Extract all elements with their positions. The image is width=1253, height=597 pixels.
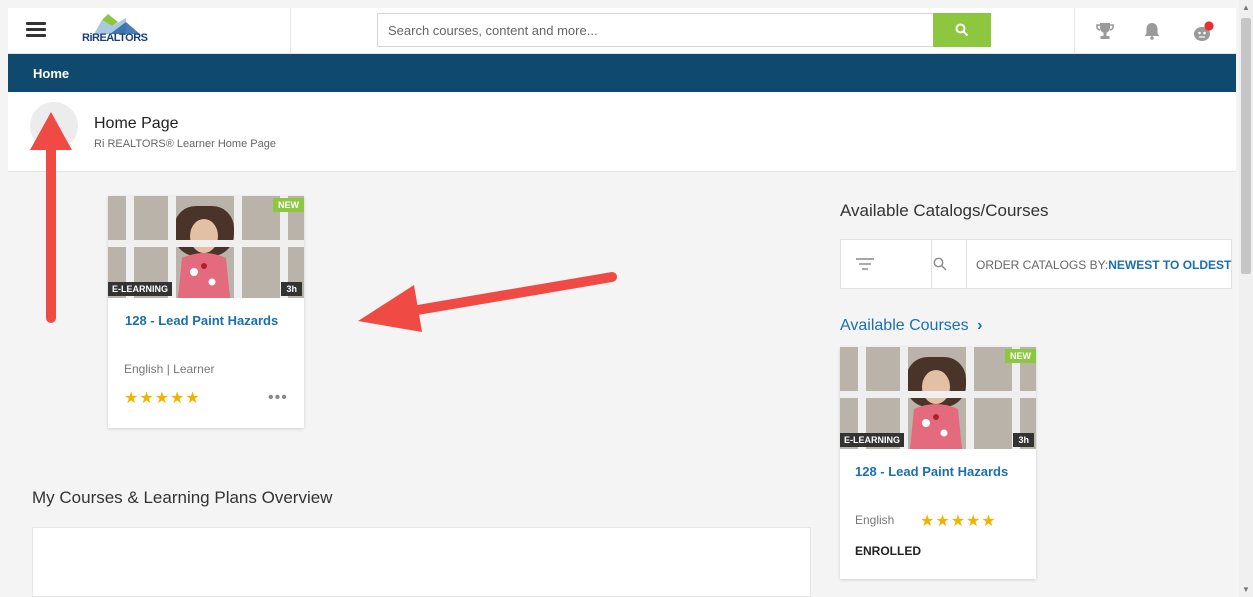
search-button[interactable] (933, 13, 991, 47)
catalog-course-card[interactable]: NEW E-LEARNING 3h 128 - Lead Paint Hazar… (840, 347, 1036, 579)
scroll-down-icon[interactable]: ▼ (1242, 585, 1250, 594)
rating-stars: ★★★★★ (124, 390, 201, 407)
nav-home-link[interactable]: Home (33, 66, 69, 81)
left-arrow-annotation (358, 272, 617, 332)
notification-dot (1204, 21, 1214, 31)
overview-panel (32, 527, 811, 597)
scrollbar[interactable]: ▲ ▼ (1239, 0, 1253, 597)
available-courses-label: Available Courses (840, 317, 969, 334)
bell-icon[interactable] (1141, 20, 1163, 42)
course-language: English (855, 513, 895, 527)
more-options-button[interactable]: ••• (268, 389, 288, 407)
scroll-up-icon[interactable]: ▲ (1242, 3, 1250, 12)
divider (966, 240, 967, 288)
search-input[interactable] (377, 13, 933, 47)
catalog-search-icon[interactable] (933, 257, 947, 271)
top-bar: RiREALTORS (8, 8, 1236, 54)
type-badge: E-LEARNING (840, 433, 904, 447)
course-card[interactable]: NEW E-LEARNING 3h 128 - Lead Paint Hazar… (108, 196, 304, 428)
scroll-thumb[interactable] (1241, 18, 1251, 274)
chevron-right-icon: › (977, 317, 983, 334)
page-avatar (30, 102, 78, 150)
rating-stars: ★★★★★ (920, 513, 997, 530)
type-badge: E-LEARNING (108, 282, 172, 296)
trophy-icon[interactable] (1094, 20, 1116, 42)
logo-text: RiREALTORS (82, 32, 148, 44)
order-label: ORDER CATALOGS BY: (976, 258, 1109, 272)
divider (931, 240, 932, 288)
new-badge: NEW (273, 198, 304, 212)
course-title-link[interactable]: 128 - Lead Paint Hazards (125, 313, 278, 328)
enrollment-status: ENROLLED (855, 544, 921, 558)
page-subtitle: Ri REALTORS® Learner Home Page (94, 138, 276, 150)
available-courses-link[interactable]: Available Courses › (840, 317, 982, 335)
catalog-title: Available Catalogs/Courses (840, 201, 1049, 220)
search-bar (377, 13, 991, 47)
course-meta: English | Learner (124, 362, 215, 376)
divider (290, 8, 291, 54)
new-badge: NEW (1005, 349, 1036, 363)
avatar-icon[interactable] (1191, 20, 1214, 42)
page-title: Home Page (94, 115, 179, 132)
course-title-link[interactable]: 128 - Lead Paint Hazards (855, 464, 1008, 479)
catalog-filter-bar: ORDER CATALOGS BY:NEWEST TO OLDEST (840, 239, 1232, 289)
search-icon (955, 23, 969, 37)
menu-icon[interactable] (26, 19, 46, 39)
page-header: Home Page Ri REALTORS® Learner Home Page (8, 92, 1236, 172)
duration-badge: 3h (1013, 433, 1034, 447)
order-catalogs-sort[interactable]: ORDER CATALOGS BY:NEWEST TO OLDEST (976, 258, 1231, 272)
filter-icon[interactable] (855, 256, 875, 272)
overview-title: My Courses & Learning Plans Overview (32, 488, 333, 507)
divider (1074, 8, 1075, 54)
breadcrumb-bar: Home (8, 54, 1236, 92)
duration-badge: 3h (281, 282, 302, 296)
order-value[interactable]: NEWEST TO OLDEST (1108, 258, 1231, 272)
